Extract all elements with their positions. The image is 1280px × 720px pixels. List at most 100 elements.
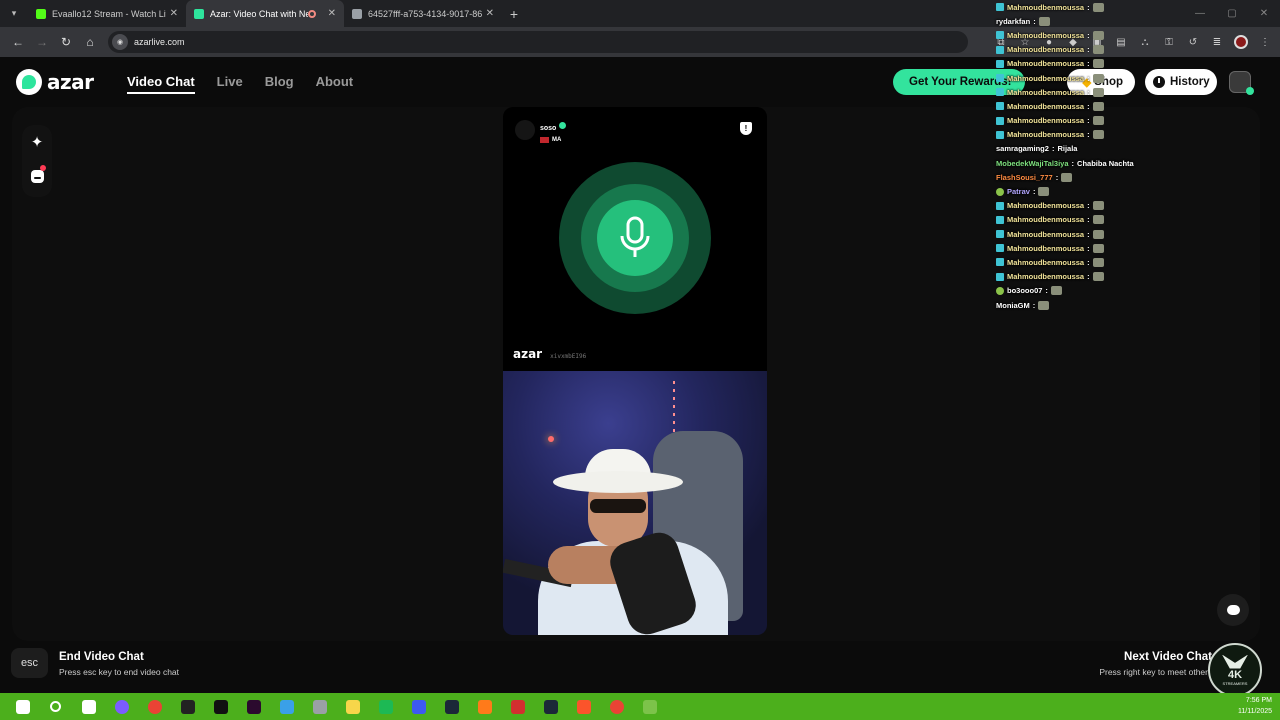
next-video-chat-title[interactable]: Next Video Chat	[1124, 651, 1212, 663]
chat-username[interactable]: Mahmoudbenmoussa	[1007, 59, 1084, 68]
back-button[interactable]: ←	[6, 30, 30, 54]
chat-username[interactable]: Patrav	[1007, 187, 1030, 196]
tab-close-icon[interactable]: ✕	[170, 8, 178, 19]
system-clock[interactable]: 7:56 PM 11/11/2025	[1238, 695, 1272, 717]
chat-separator: :	[1087, 73, 1090, 83]
chrome-icon-2[interactable]	[600, 693, 633, 720]
start-icon[interactable]	[6, 693, 39, 720]
chat-message: Mahmoudbenmoussa:	[996, 71, 1176, 85]
chat-message: bo3ooo07:	[996, 284, 1176, 298]
photos-icon[interactable]	[270, 693, 303, 720]
browser-tab[interactable]: Evaallo12 Stream - Watch Live o ✕	[28, 0, 186, 27]
cortana-icon[interactable]	[105, 693, 138, 720]
microphone-icon	[597, 200, 673, 276]
app-icon-orange[interactable]	[468, 693, 501, 720]
tab-close-icon[interactable]: ✕	[328, 8, 336, 19]
chat-username[interactable]: rydarkfan	[996, 17, 1030, 26]
spotify-icon[interactable]	[369, 693, 402, 720]
emote-icon	[1092, 257, 1104, 267]
chat-separator: :	[1087, 30, 1090, 40]
browser-tab[interactable]: 64527fff-a753-4134-9017-86e78 ✕	[344, 0, 502, 27]
app-icon-green[interactable]	[633, 693, 666, 720]
sticker-icon[interactable]	[28, 165, 46, 185]
chat-message: Mahmoudbenmoussa:	[996, 99, 1176, 113]
capcut-icon[interactable]	[204, 693, 237, 720]
chat-message: Mahmoudbenmoussa:	[996, 213, 1176, 227]
chat-username[interactable]: Mahmoudbenmoussa	[1007, 244, 1084, 253]
chat-username[interactable]: Mahmoudbenmoussa	[1007, 102, 1084, 111]
browser-tab[interactable]: Azar: Video Chat with New ✕	[186, 0, 344, 27]
report-shield-icon[interactable]: !	[740, 122, 752, 135]
app-icon-gray[interactable]	[303, 693, 336, 720]
sparkle-effects-icon[interactable]: ✦	[28, 133, 46, 151]
subscriber-badge-icon	[996, 31, 1004, 40]
tab-close-icon[interactable]: ✕	[486, 8, 494, 19]
obs-icon[interactable]	[171, 693, 204, 720]
maximize-button[interactable]: ▢	[1216, 0, 1248, 27]
chat-username[interactable]: samragaming2	[996, 144, 1049, 153]
nav-link-about[interactable]: About	[316, 74, 354, 94]
task-view-icon[interactable]	[72, 693, 105, 720]
chat-separator: :	[1087, 87, 1090, 97]
app-icon-dark[interactable]	[237, 693, 270, 720]
azar-logo[interactable]: azar	[16, 69, 94, 95]
tab-search-button[interactable]: ▾	[0, 0, 28, 27]
chat-username[interactable]: Mahmoudbenmoussa	[1007, 45, 1084, 54]
esc-key-hint[interactable]: esc	[11, 648, 48, 678]
url-text: azarlive.com	[134, 37, 185, 47]
chat-username[interactable]: Mahmoudbenmoussa	[1007, 3, 1084, 12]
search-icon[interactable]	[39, 693, 72, 720]
chat-username[interactable]: Mahmoudbenmoussa	[1007, 201, 1084, 210]
chat-username[interactable]: Mahmoudbenmoussa	[1007, 130, 1084, 139]
nav-link-blog[interactable]: Blog	[265, 74, 294, 94]
online-status-dot	[1246, 87, 1254, 95]
home-button[interactable]: ⌂	[78, 30, 102, 54]
reading-list-icon[interactable]: ≣	[1208, 33, 1226, 51]
app-icon-blue[interactable]	[402, 693, 435, 720]
steam-icon[interactable]	[435, 693, 468, 720]
chat-username[interactable]: bo3ooo07	[1007, 286, 1042, 295]
brave-icon[interactable]	[567, 693, 600, 720]
next-video-chat-subtitle: Press right key to meet other	[1099, 667, 1208, 677]
new-tab-button[interactable]: +	[502, 6, 526, 22]
steam-icon-2[interactable]	[534, 693, 567, 720]
chat-username[interactable]: Mahmoudbenmoussa	[1007, 258, 1084, 267]
chat-username[interactable]: Mahmoudbenmoussa	[1007, 88, 1084, 97]
emote-icon	[1092, 201, 1104, 211]
history-icon[interactable]: ↺	[1184, 33, 1202, 51]
browser-menu-icon[interactable]: ⋮	[1256, 33, 1274, 51]
emote-icon	[1092, 87, 1104, 97]
chat-username[interactable]: Mahmoudbenmoussa	[1007, 31, 1084, 40]
address-bar[interactable]: ◉ azarlive.com	[108, 31, 968, 53]
cowboy-hat-brim	[553, 471, 683, 493]
emote-icon	[1092, 101, 1104, 111]
chat-username[interactable]: FlashSousi_777	[996, 173, 1053, 182]
chat-separator: :	[1087, 130, 1090, 140]
chat-username[interactable]: Mahmoudbenmoussa	[1007, 272, 1084, 281]
tab-title: 64527fff-a753-4134-9017-86e78	[368, 8, 482, 19]
subscriber-badge-icon	[996, 201, 1004, 210]
chat-username[interactable]: MobedekWajiTal3iya	[996, 159, 1069, 168]
nav-link-video-chat[interactable]: Video Chat	[127, 74, 195, 94]
minimize-button[interactable]: —	[1184, 0, 1216, 27]
site-info-icon[interactable]: ◉	[112, 34, 128, 50]
chat-message: MobedekWajiTal3iya: Chabiba Nachta	[996, 156, 1176, 170]
chat-username[interactable]: Mahmoudbenmoussa	[1007, 74, 1084, 83]
chat-username[interactable]: Mahmoudbenmoussa	[1007, 230, 1084, 239]
close-window-button[interactable]: ✕	[1248, 0, 1280, 27]
app-icon-red[interactable]	[501, 693, 534, 720]
reload-button[interactable]: ↻	[54, 30, 78, 54]
profile-avatar[interactable]	[1232, 33, 1250, 51]
forward-button[interactable]: →	[30, 30, 54, 54]
peer-info[interactable]: soso MA	[515, 117, 567, 143]
chat-separator: :	[1033, 16, 1036, 26]
nav-link-live[interactable]: Live	[217, 74, 243, 94]
chat-separator: :	[1045, 286, 1048, 296]
chrome-icon[interactable]	[138, 693, 171, 720]
chat-bubble-button[interactable]	[1217, 594, 1249, 626]
explorer-icon[interactable]	[336, 693, 369, 720]
chat-username[interactable]: Mahmoudbenmoussa	[1007, 215, 1084, 224]
chat-username[interactable]: Mahmoudbenmoussa	[1007, 116, 1084, 125]
chat-separator: :	[1087, 215, 1090, 225]
chat-username[interactable]: MoniaGM	[996, 301, 1030, 310]
